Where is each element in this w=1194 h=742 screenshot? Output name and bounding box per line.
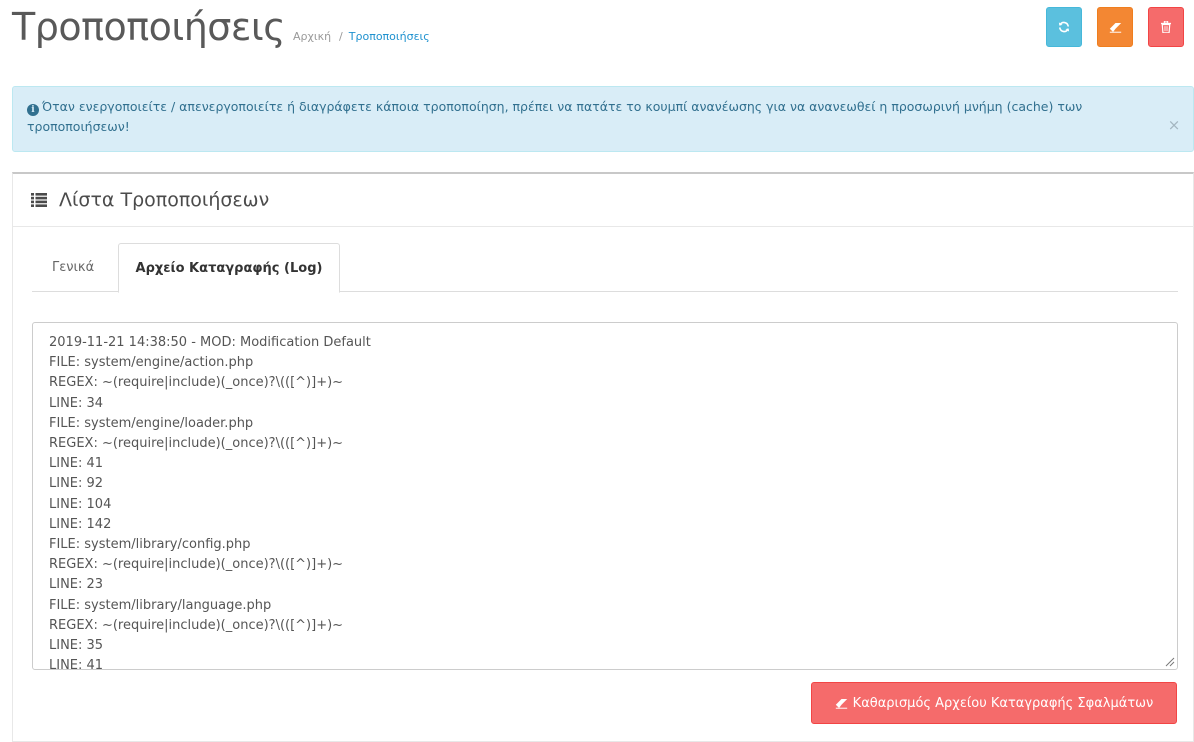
tab-general[interactable]: Γενικά — [32, 243, 114, 292]
log-line: REGEX: ~(require|include)(_once)?\(([^)]… — [49, 436, 344, 452]
log-line: FILE: system/engine/loader.php — [49, 415, 254, 431]
trash-icon — [1161, 21, 1171, 33]
info-alert: i Όταν ενεργοποιείτε / απενεργοποιείτε ή … — [12, 86, 1194, 152]
log-line: LINE: 35 — [49, 638, 104, 654]
tab-log[interactable]: Αρχείο Καταγραφής (Log) — [118, 243, 340, 293]
clear-log-button[interactable]: Καθαρισμός Αρχείου Καταγραφής Σφαλμάτων — [811, 682, 1177, 724]
page-header: Τροποποιήσεις Αρχική / Τροποποιήσεις — [0, 0, 1194, 60]
log-line: 2019-11-21 14:38:50 - MOD: Modification … — [49, 335, 371, 350]
delete-button[interactable] — [1148, 7, 1184, 47]
log-line: REGEX: ~(require|include)(_once)?\(([^)]… — [49, 617, 344, 633]
log-line: FILE: system/library/config.php — [49, 537, 251, 553]
log-line: REGEX: ~(require|include)(_once)?\(([^)]… — [49, 557, 344, 573]
panel-title: Λίστα Τροποποιήσεων — [59, 189, 270, 211]
breadcrumb: Αρχική / Τροποποιήσεις — [293, 30, 430, 44]
log-line: LINE: 41 — [49, 456, 104, 472]
log-line: LINE: 92 — [49, 476, 104, 492]
modifications-panel: Λίστα Τροποποιήσεων Γενικά Αρχείο Καταγρ… — [12, 172, 1194, 742]
refresh-button[interactable] — [1046, 7, 1082, 47]
log-line: FILE: system/engine/action.php — [49, 355, 254, 371]
breadcrumb-modifications[interactable]: Τροποποιήσεις — [349, 30, 430, 44]
refresh-icon — [1058, 21, 1070, 33]
clear-button[interactable] — [1097, 7, 1133, 47]
log-line: REGEX: ~(require|include)(_once)?\(([^)]… — [49, 375, 344, 391]
eraser-icon — [1109, 22, 1121, 33]
tabs: Γενικά Αρχείο Καταγραφής (Log) — [32, 243, 1178, 293]
log-line: LINE: 142 — [49, 516, 112, 532]
log-line: FILE: system/library/language.php — [49, 597, 272, 613]
log-line: LINE: 104 — [49, 496, 112, 512]
list-icon — [31, 193, 47, 207]
panel-heading: Λίστα Τροποποιήσεων — [13, 174, 1193, 227]
clear-log-label: Καθαρισμός Αρχείου Καταγραφής Σφαλμάτων — [852, 695, 1154, 711]
log-textarea[interactable]: 2019-11-21 14:38:50 - MOD: Modification … — [32, 322, 1178, 670]
alert-close-button[interactable]: × — [1167, 117, 1181, 133]
page-title: Τροποποιήσεις — [12, 5, 286, 49]
resize-handle-icon[interactable] — [1165, 657, 1175, 667]
breadcrumb-separator: / — [339, 30, 343, 43]
log-line: LINE: 34 — [49, 395, 104, 411]
breadcrumb-home[interactable]: Αρχική — [293, 30, 331, 44]
log-line: LINE: 41 — [49, 658, 104, 670]
log-line: LINE: 23 — [49, 577, 104, 593]
eraser-icon — [835, 698, 848, 709]
info-circle-icon: i — [27, 104, 39, 116]
alert-text: Όταν ενεργοποιείτε / απενεργοποιείτε ή δ… — [27, 99, 1083, 134]
